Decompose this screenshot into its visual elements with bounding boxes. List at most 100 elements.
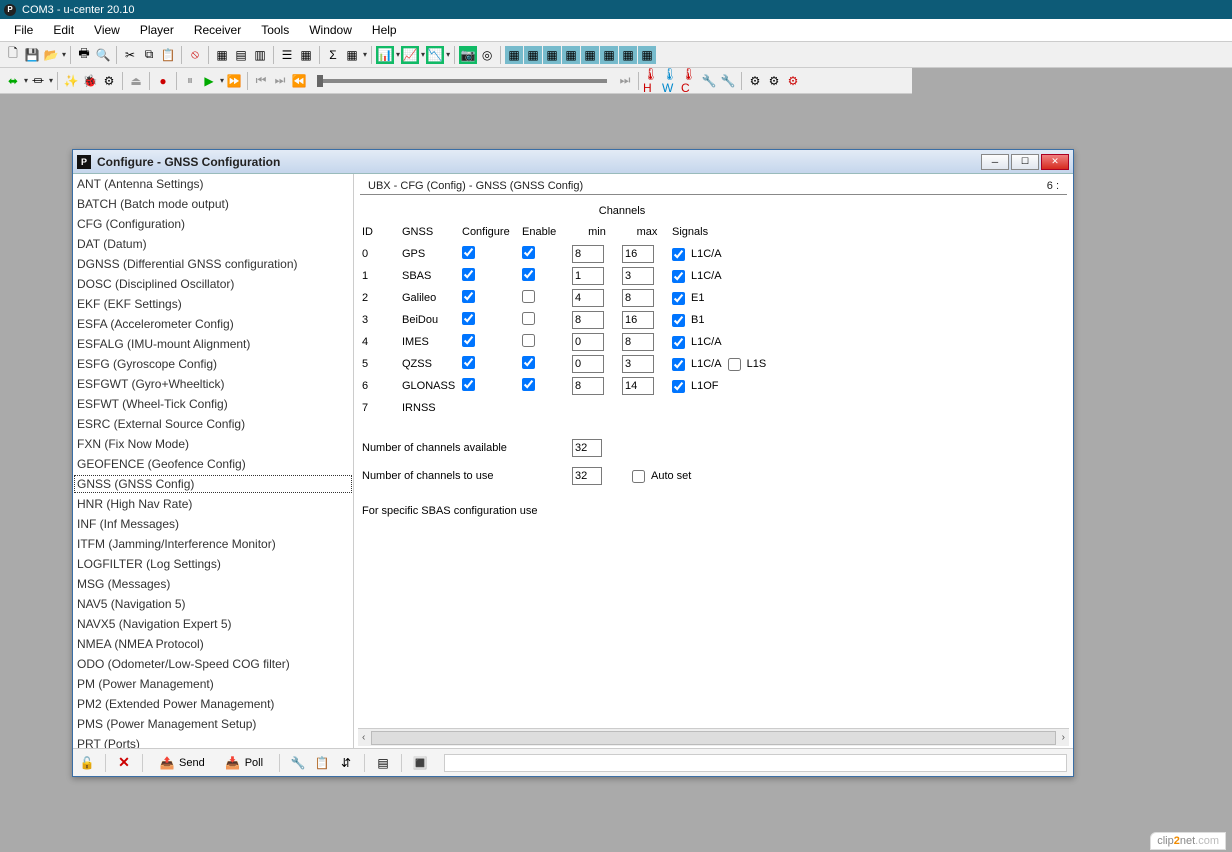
maximize-button[interactable]: ☐ [1011,154,1039,170]
list-item[interactable]: NAVX5 (Navigation Expert 5) [73,614,353,634]
configure-checkbox[interactable] [462,290,475,303]
signal-checkbox[interactable] [728,358,741,371]
gear1-icon[interactable]: ⚙ [746,72,764,90]
configure-checkbox[interactable] [462,356,475,369]
list-item[interactable]: ESFG (Gyroscope Config) [73,354,353,374]
enable-checkbox[interactable] [522,378,535,391]
list-item[interactable]: ESRC (External Source Config) [73,414,353,434]
enable-checkbox[interactable] [522,356,535,369]
view2-icon[interactable]: ▤ [232,46,250,64]
step-prev-icon[interactable]: ⏮ [252,72,270,90]
thermo-w-icon[interactable]: 🌡W [662,72,680,90]
enable-checkbox[interactable] [522,246,535,259]
list-item[interactable]: ANT (Antenna Settings) [73,174,353,194]
grid-view-icon[interactable]: ▦ [297,46,315,64]
baud-icon[interactable]: ⏛ [29,72,47,90]
panel3-icon[interactable]: ▦ [543,46,561,64]
record-icon[interactable]: ● [154,72,172,90]
channels-use-input[interactable] [572,467,602,485]
footer-tool5-icon[interactable]: 🔳 [412,755,428,771]
signal-checkbox[interactable] [672,380,685,393]
list-item[interactable]: EKF (EKF Settings) [73,294,353,314]
list-item[interactable]: ESFGWT (Gyro+Wheeltick) [73,374,353,394]
list-item[interactable]: ESFWT (Wheel-Tick Config) [73,394,353,414]
panel8-icon[interactable]: ▦ [638,46,656,64]
list-item[interactable]: FXN (Fix Now Mode) [73,434,353,454]
chart3-icon[interactable]: 📉 [426,46,444,64]
skip-end-icon[interactable]: ⏭ [616,72,634,90]
max-input[interactable] [622,289,654,307]
list-item[interactable]: ODO (Odometer/Low-Speed COG filter) [73,654,353,674]
thermo-h-icon[interactable]: 🌡H [643,72,661,90]
configure-checkbox[interactable] [462,268,475,281]
list-item[interactable]: BATCH (Batch mode output) [73,194,353,214]
max-input[interactable] [622,245,654,263]
menu-file[interactable]: File [4,20,43,40]
chip1-icon[interactable]: 🔧 [700,72,718,90]
configure-checkbox[interactable] [462,246,475,259]
max-input[interactable] [622,377,654,395]
target-icon[interactable]: ◎ [478,46,496,64]
list-item[interactable]: NMEA (NMEA Protocol) [73,634,353,654]
play-icon[interactable]: ▶ [200,72,218,90]
list-item[interactable]: CFG (Configuration) [73,214,353,234]
menu-receiver[interactable]: Receiver [184,20,251,40]
min-input[interactable] [572,377,604,395]
chart1-icon[interactable]: 📊 [376,46,394,64]
auto-set-checkbox[interactable] [632,470,645,483]
min-input[interactable] [572,355,604,373]
panel2-icon[interactable]: ▦ [524,46,542,64]
player-track[interactable] [317,79,607,83]
signal-checkbox[interactable] [672,358,685,371]
footer-tool4-icon[interactable]: ▤ [375,755,391,771]
enable-checkbox[interactable] [522,268,535,281]
panel5-icon[interactable]: ▦ [581,46,599,64]
text-view-icon[interactable]: ☰ [278,46,296,64]
config-list[interactable]: ANT (Antenna Settings)BATCH (Batch mode … [73,174,354,748]
stop-icon[interactable]: ⦸ [186,46,204,64]
list-item[interactable]: MSG (Messages) [73,574,353,594]
cam-icon[interactable]: 📷 [459,46,477,64]
max-input[interactable] [622,333,654,351]
bug-icon[interactable]: 🐞 [81,72,99,90]
sigma-icon[interactable]: Σ [324,46,342,64]
panel4-icon[interactable]: ▦ [562,46,580,64]
min-input[interactable] [572,289,604,307]
skip-back-icon[interactable]: ⏪ [290,72,308,90]
eject-icon[interactable]: ⏏ [127,72,145,90]
list-item[interactable]: GNSS (GNSS Config) [73,474,353,494]
min-input[interactable] [572,333,604,351]
min-input[interactable] [572,311,604,329]
signal-checkbox[interactable] [672,292,685,305]
max-input[interactable] [622,355,654,373]
enable-checkbox[interactable] [522,334,535,347]
signal-checkbox[interactable] [672,336,685,349]
panel1-icon[interactable]: ▦ [505,46,523,64]
list-item[interactable]: PM2 (Extended Power Management) [73,694,353,714]
min-input[interactable] [572,267,604,285]
list-item[interactable]: ITFM (Jamming/Interference Monitor) [73,534,353,554]
channels-available-input[interactable] [572,439,602,457]
list-item[interactable]: DGNSS (Differential GNSS configuration) [73,254,353,274]
poll-button[interactable]: 📥Poll [219,753,269,773]
list-item[interactable]: GEOFENCE (Geofence Config) [73,454,353,474]
list-item[interactable]: LOGFILTER (Log Settings) [73,554,353,574]
footer-tool2-icon[interactable]: 📋 [314,755,330,771]
delete-button[interactable]: ✕ [116,755,132,771]
menu-tools[interactable]: Tools [251,20,299,40]
menu-edit[interactable]: Edit [43,20,84,40]
max-input[interactable] [622,267,654,285]
paste-icon[interactable]: 📋 [159,46,177,64]
horizontal-scrollbar[interactable]: ‹› [358,728,1069,746]
panel7-icon[interactable]: ▦ [619,46,637,64]
chart2-icon[interactable]: 📈 [401,46,419,64]
copy-icon[interactable]: ⧉ [140,46,158,64]
max-input[interactable] [622,311,654,329]
menu-window[interactable]: Window [299,20,362,40]
min-input[interactable] [572,245,604,263]
chip2-icon[interactable]: 🔧 [719,72,737,90]
list-item[interactable]: INF (Inf Messages) [73,514,353,534]
preview-icon[interactable]: 🔍 [94,46,112,64]
view1-icon[interactable]: ▦ [213,46,231,64]
configure-checkbox[interactable] [462,312,475,325]
